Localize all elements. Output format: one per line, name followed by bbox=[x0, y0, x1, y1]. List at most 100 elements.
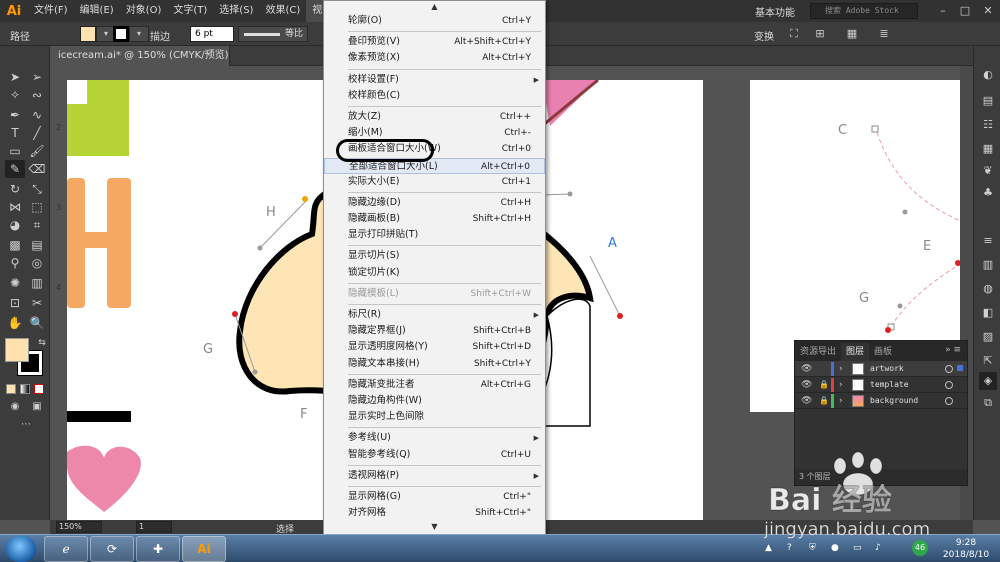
color-mode-icon[interactable] bbox=[6, 384, 16, 394]
menu-select[interactable]: 选择(S) bbox=[213, 0, 259, 22]
document-tab[interactable]: icecream.ai* @ 150% (CMYK/预览) bbox=[50, 46, 230, 66]
monitor-icon[interactable]: ▭ bbox=[853, 543, 862, 553]
slice-tool-icon[interactable]: ✂ bbox=[27, 294, 47, 312]
view-menu-item[interactable]: 实际大小(E) Ctrl+1 bbox=[324, 174, 545, 190]
appearance-panel-icon[interactable]: ◧ bbox=[979, 304, 997, 322]
volume-icon[interactable]: ♪ bbox=[875, 543, 881, 553]
none-mode-icon[interactable] bbox=[34, 384, 44, 394]
view-menu-item[interactable]: 隐藏定界框(J) Shift+Ctrl+B bbox=[324, 323, 545, 339]
swatches-panel-icon[interactable]: ▦ bbox=[979, 140, 997, 158]
workspace-switcher[interactable]: 基本功能 bbox=[755, 4, 795, 19]
maximize-icon[interactable]: □ bbox=[954, 0, 976, 22]
scale-tool-icon[interactable]: ⤡ bbox=[27, 180, 47, 198]
width-tool-icon[interactable]: ⋈ bbox=[5, 198, 25, 216]
menu-object[interactable]: 对象(O) bbox=[120, 0, 168, 22]
swap-colors-icon[interactable]: ⇆ bbox=[32, 334, 52, 352]
system-clock[interactable]: 9:28 2018/8/10 bbox=[935, 537, 997, 561]
tab-artboards[interactable]: 画板 bbox=[869, 343, 897, 361]
view-menu-item[interactable]: 显示实时上色间隙 bbox=[324, 409, 545, 425]
transform-icon[interactable]: ⛶ bbox=[786, 26, 802, 42]
layer-row-template[interactable]: 👁 🔒 › template bbox=[795, 377, 967, 393]
lock-icon[interactable]: 🔒 bbox=[819, 395, 829, 407]
isolate-icon[interactable]: ▦ bbox=[844, 26, 860, 42]
security-icon[interactable]: ● bbox=[831, 543, 839, 553]
layer-name[interactable]: template bbox=[870, 379, 909, 391]
pen-tool-icon[interactable]: ✒ bbox=[5, 106, 25, 124]
properties-panel-icon[interactable]: ▤ bbox=[979, 92, 997, 110]
zoom-tool-icon[interactable]: 🔍 bbox=[27, 314, 47, 332]
expand-arrow-icon[interactable]: › bbox=[839, 363, 849, 375]
curvature-tool-icon[interactable]: ∿ bbox=[27, 106, 47, 124]
scroll-up-arrow-icon[interactable]: ▲ bbox=[324, 1, 545, 13]
zoom-level-field[interactable]: 150% bbox=[56, 521, 102, 533]
view-menu-item[interactable]: 智能参考线(Q) Ctrl+U bbox=[324, 447, 545, 463]
eraser-tool-icon[interactable]: ⌫ bbox=[27, 160, 47, 178]
stroke-label[interactable]: 描边 bbox=[150, 28, 170, 43]
app-green-icon[interactable]: ⟳ bbox=[90, 536, 134, 562]
eye-icon[interactable]: 👁 bbox=[801, 379, 813, 391]
anchor-point[interactable] bbox=[885, 327, 891, 333]
anchor-point[interactable] bbox=[617, 313, 623, 319]
menu-file[interactable]: 文件(F) bbox=[28, 0, 74, 22]
blend-tool-icon[interactable]: ◎ bbox=[27, 254, 47, 272]
target-icon[interactable] bbox=[945, 397, 953, 405]
layer-name[interactable]: background bbox=[870, 395, 918, 407]
view-menu-item[interactable]: 叠印预览(V) Alt+Shift+Ctrl+Y bbox=[324, 34, 545, 50]
view-menu-item[interactable]: 透视网格(P) ▶ bbox=[324, 468, 545, 484]
transparency-panel-icon[interactable]: ◍ bbox=[979, 280, 997, 298]
paintbrush-tool-icon[interactable]: 🖌 bbox=[27, 142, 47, 160]
stroke-color-swatch[interactable] bbox=[113, 26, 129, 42]
draw-mode-icon[interactable]: ◉ bbox=[5, 398, 25, 416]
gradient-panel-icon[interactable]: ▥ bbox=[979, 256, 997, 274]
gradient-tool-icon[interactable]: ▤ bbox=[27, 236, 47, 254]
pencil-tool-icon[interactable]: ✎ bbox=[5, 160, 25, 178]
brushes-panel-icon[interactable]: ❦ bbox=[979, 162, 997, 180]
eyedropper-tool-icon[interactable]: ⚲ bbox=[5, 254, 25, 272]
edit-toolbar-icon[interactable]: ⋯ bbox=[16, 416, 36, 434]
menu-edit[interactable]: 编辑(E) bbox=[74, 0, 120, 22]
view-menu-item[interactable]: 标尺(R) ▶ bbox=[324, 307, 545, 323]
expand-arrow-icon[interactable]: › bbox=[839, 379, 849, 391]
expand-arrow-icon[interactable]: › bbox=[839, 395, 849, 407]
notification-badge[interactable]: 46 bbox=[912, 540, 928, 556]
selection-tool-icon[interactable]: ➤ bbox=[5, 68, 25, 86]
view-menu-item[interactable]: 隐藏画板(B) Shift+Ctrl+H bbox=[324, 211, 545, 227]
eye-icon[interactable]: 👁 bbox=[801, 395, 813, 407]
shield-icon[interactable]: ⛨ bbox=[809, 543, 816, 553]
view-menu-item[interactable]: 显示打印拼贴(T) bbox=[324, 227, 545, 243]
view-menu-item[interactable]: 校样设置(F) ▶ bbox=[324, 72, 545, 88]
network-icon[interactable]: ▲ bbox=[765, 543, 772, 553]
view-menu-item[interactable]: 放大(Z) Ctrl++ bbox=[324, 109, 545, 125]
view-menu-item[interactable]: 像素预览(X) Alt+Ctrl+Y bbox=[324, 50, 545, 66]
menu-effect[interactable]: 效果(C) bbox=[259, 0, 306, 22]
library-panel-icon[interactable]: ☷ bbox=[979, 116, 997, 134]
graph-tool-icon[interactable]: ▥ bbox=[27, 274, 47, 292]
view-menu-item[interactable]: 参考线(U) ▶ bbox=[324, 430, 545, 446]
rotate-tool-icon[interactable]: ↻ bbox=[5, 180, 25, 198]
target-icon[interactable] bbox=[945, 365, 953, 373]
template-anchor[interactable] bbox=[871, 125, 879, 133]
lock-icon[interactable]: 🔒 bbox=[819, 379, 829, 391]
tab-asset-export[interactable]: 资源导出 bbox=[795, 343, 841, 361]
stroke-weight-field[interactable]: 6 pt bbox=[190, 26, 234, 42]
fill-color-box[interactable] bbox=[5, 338, 29, 362]
layer-name[interactable]: artwork bbox=[870, 363, 904, 375]
rectangle-tool-icon[interactable]: ▭ bbox=[5, 142, 25, 160]
screen-mode-icon[interactable]: ▣ bbox=[27, 398, 47, 416]
control-point[interactable] bbox=[902, 209, 908, 215]
transform-button[interactable]: 变换 bbox=[754, 28, 774, 43]
stroke-dropdown-icon[interactable]: ▾ bbox=[129, 26, 149, 42]
color-panel-icon[interactable]: ◐ bbox=[979, 66, 997, 84]
stroke-panel-icon[interactable]: ≡ bbox=[979, 232, 997, 250]
fill-color-swatch[interactable] bbox=[80, 26, 96, 42]
view-menu-item[interactable]: 显示切片(S) bbox=[324, 248, 545, 264]
shape-builder-tool-icon[interactable]: ◕ bbox=[5, 216, 25, 234]
export-panel-icon[interactable]: ⇱ bbox=[979, 352, 997, 370]
arrange-icon[interactable]: ≣ bbox=[876, 26, 892, 42]
anchor-point[interactable] bbox=[232, 311, 238, 317]
view-menu-item[interactable]: 轮廓(O) Ctrl+Y bbox=[324, 13, 545, 29]
menu-type[interactable]: 文字(T) bbox=[167, 0, 213, 22]
panel-menu-icon[interactable]: » ≡ bbox=[945, 345, 961, 355]
scroll-down-arrow-icon[interactable]: ▼ bbox=[324, 521, 545, 533]
eye-icon[interactable]: 👁 bbox=[801, 363, 813, 375]
